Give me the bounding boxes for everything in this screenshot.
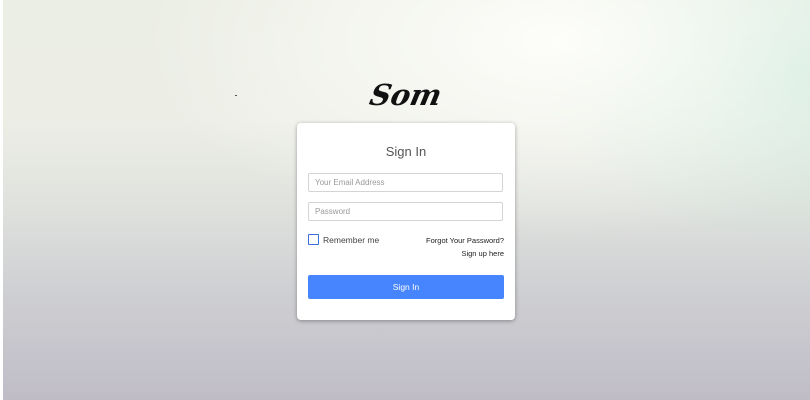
sign-up-link[interactable]: Sign up here [461, 249, 504, 258]
password-field[interactable] [308, 202, 503, 221]
remember-me-checkbox[interactable] [308, 234, 319, 245]
forgot-password-link[interactable]: Forgot Your Password? [426, 236, 504, 245]
background-speck [235, 95, 237, 96]
remember-me-label: Remember me [323, 234, 380, 245]
email-field[interactable] [308, 173, 503, 192]
sign-in-button[interactable]: Sign In [308, 275, 504, 299]
logo-signature-icon: Som [368, 78, 445, 112]
sign-in-card: Sign In Remember me Forgot Your Password… [297, 123, 515, 320]
brand-logo: Som [368, 78, 446, 112]
remember-me-option[interactable]: Remember me [308, 234, 379, 245]
page-title: Sign In [385, 144, 427, 159]
svg-text:Som: Som [368, 78, 445, 112]
